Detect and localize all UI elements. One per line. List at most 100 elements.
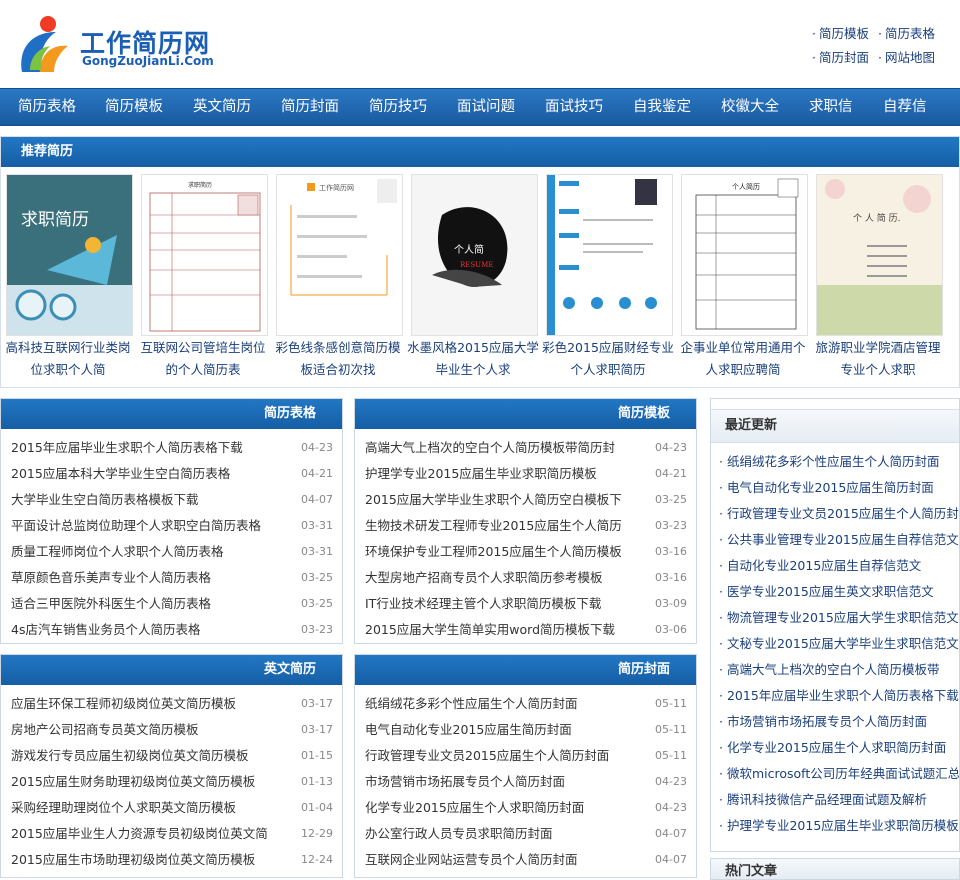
sidebar-item[interactable]: 文秘专业2015应届大学毕业生求职信范文 <box>719 631 959 657</box>
list-item-title[interactable]: 草原颜色音乐美声专业个人简历表格 <box>11 565 211 591</box>
list-item[interactable]: 化学专业2015应届生个人求职简历封面 04-23 <box>365 795 687 821</box>
nav-item-resume-template[interactable]: 简历模板 <box>105 89 163 125</box>
list-item-title[interactable]: 4s店汽车销售业务员个人简历表格 <box>11 617 200 643</box>
list-item[interactable]: 平面设计总监岗位助理个人求职空白简历表格 03-31 <box>11 513 333 539</box>
list-item[interactable]: 应届生环保工程师初级岗位英文简历模板 03-17 <box>11 691 333 717</box>
list-item[interactable]: 2015应届毕业生人力资源专员初级岗位英文简 12-29 <box>11 821 333 847</box>
list-item-title[interactable]: 2015应届大学生简单实用word简历模板下载 <box>365 617 615 643</box>
list-item[interactable]: 2015应届大学毕业生求职个人简历空白模板下 03-25 <box>365 487 687 513</box>
list-item-title[interactable]: IT行业技术经理主管个人求职简历模板下载 <box>365 591 601 617</box>
nav-item-resume-form[interactable]: 简历表格 <box>18 89 76 125</box>
list-item[interactable]: 电气自动化专业2015应届生简历封面 05-11 <box>365 717 687 743</box>
list-item[interactable]: 4s店汽车销售业务员个人简历表格 03-23 <box>11 617 333 643</box>
list-item-title[interactable]: 房地产公司招商专员英文简历模板 <box>11 717 199 743</box>
sidebar-item[interactable]: 化学专业2015应届生个人求职简历封面 <box>719 735 957 761</box>
nav-item-cover-letter[interactable]: 求职信 <box>809 89 853 125</box>
panel-title[interactable]: 简历表格 <box>264 399 316 429</box>
top-link-resume-form[interactable]: 简历表格 <box>878 22 944 46</box>
list-item-title[interactable]: 2015应届生市场助理初级岗位英文简历模板 <box>11 847 255 873</box>
panel-title[interactable]: 简历模板 <box>618 399 670 429</box>
top-link-sitemap[interactable]: 网站地图 <box>878 46 944 70</box>
list-item[interactable]: 行政管理专业文员2015应届生个人简历封面 05-11 <box>365 743 687 769</box>
list-item[interactable]: 房地产公司招商专员英文简历模板 03-17 <box>11 717 333 743</box>
list-item-title[interactable]: 大型房地产招商专员个人求职简历参考模板 <box>365 565 603 591</box>
sidebar-item[interactable]: 自动化专业2015应届生自荐信范文 <box>719 553 957 579</box>
thumb-1[interactable]: 求职简历 <box>6 174 133 336</box>
list-item-title[interactable]: 护理学专业2015应届生毕业求职简历模板 <box>365 461 597 487</box>
recommend-caption-1[interactable]: 高科技互联网行业类岗 位求职个人简 <box>1 337 135 381</box>
thumb-7[interactable]: 个 人 简 历. <box>816 174 943 336</box>
list-item-title[interactable]: 化学专业2015应届生个人求职简历封面 <box>365 795 584 821</box>
list-item[interactable]: 2015应届本科大学毕业生空白简历表格 04-21 <box>11 461 333 487</box>
thumb-2[interactable]: 求职简历 <box>141 174 268 336</box>
list-item[interactable]: 2015应届大学生简单实用word简历模板下载 03-06 <box>365 617 687 643</box>
nav-item-resume-cover[interactable]: 简历封面 <box>281 89 339 125</box>
list-item-title[interactable]: 环境保护专业工程师2015应届生个人简历模板 <box>365 539 622 565</box>
list-item-title[interactable]: 2015应届大学毕业生求职个人简历空白模板下 <box>365 487 622 513</box>
list-item-title[interactable]: 行政管理专业文员2015应届生个人简历封面 <box>365 743 609 769</box>
thumb-5[interactable] <box>546 174 673 336</box>
list-item-title[interactable]: 市场营销市场拓展专员个人简历封面 <box>365 769 565 795</box>
sidebar-item[interactable]: 电气自动化专业2015应届生简历封面 <box>719 475 957 501</box>
list-item-title[interactable]: 2015年应届毕业生求职个人简历表格下载 <box>11 435 243 461</box>
list-item-title[interactable]: 互联网企业网站运营专员个人简历封面 <box>365 847 578 873</box>
sidebar-item[interactable]: 微软microsoft公司历年经典面试试题汇总 <box>719 761 959 787</box>
list-item-title[interactable]: 适合三甲医院外科医生个人简历表格 <box>11 591 211 617</box>
nav-item-resume-tips[interactable]: 简历技巧 <box>369 89 427 125</box>
sidebar-item[interactable]: 医学专业2015应届生英文求职信范文 <box>719 579 957 605</box>
list-item[interactable]: 纸绢绒花多彩个性应届生个人简历封面 05-11 <box>365 691 687 717</box>
list-item-title[interactable]: 质量工程师岗位个人求职个人简历表格 <box>11 539 224 565</box>
list-item[interactable]: 质量工程师岗位个人求职个人简历表格 03-31 <box>11 539 333 565</box>
list-item[interactable]: 游戏发行专员应届生初级岗位英文简历模板 01-15 <box>11 743 333 769</box>
recommend-caption-6[interactable]: 企事业单位常用通用个 人求职应聘简 <box>676 337 810 381</box>
list-item[interactable]: 适合三甲医院外科医生个人简历表格 03-25 <box>11 591 333 617</box>
sidebar-item[interactable]: 2015年应届毕业生求职个人简历表格下载 <box>719 683 959 709</box>
list-item[interactable]: 护理学专业2015应届生毕业求职简历模板 04-21 <box>365 461 687 487</box>
panel-title[interactable]: 简历封面 <box>618 655 670 685</box>
sidebar-item[interactable]: 物流管理专业2015应届大学生求职信范文 <box>719 605 959 631</box>
nav-item-interview-questions[interactable]: 面试问题 <box>457 89 515 125</box>
nav-item-interview-tips[interactable]: 面试技巧 <box>545 89 603 125</box>
list-item-title[interactable]: 办公室行政人员专员求职简历封面 <box>365 821 553 847</box>
thumb-3[interactable]: 工作简历网 <box>276 174 403 336</box>
recommend-caption-2[interactable]: 互联网公司管培生岗位 的个人简历表 <box>136 337 270 381</box>
list-item[interactable]: 2015应届生市场助理初级岗位英文简历模板 12-24 <box>11 847 333 873</box>
list-item[interactable]: 2015应届生财务助理初级岗位英文简历模板 01-13 <box>11 769 333 795</box>
panel-title[interactable]: 英文简历 <box>264 655 316 685</box>
list-item[interactable]: 生物技术研发工程师专业2015应届生个人简历 03-23 <box>365 513 687 539</box>
list-item-title[interactable]: 2015应届毕业生人力资源专员初级岗位英文简 <box>11 821 268 847</box>
sidebar-item[interactable]: 行政管理专业文员2015应届生个人简历封 <box>719 501 959 527</box>
list-item[interactable]: 办公室行政人员专员求职简历封面 04-07 <box>365 821 687 847</box>
top-link-resume-cover[interactable]: 简历封面 <box>812 46 878 70</box>
nav-item-self-evaluation[interactable]: 自我鉴定 <box>633 89 691 125</box>
recommend-caption-5[interactable]: 彩色2015应届财经专业 个人求职简历 <box>541 337 675 381</box>
top-link-resume-template[interactable]: 简历模板 <box>812 22 878 46</box>
list-item-title[interactable]: 游戏发行专员应届生初级岗位英文简历模板 <box>11 743 249 769</box>
thumb-6[interactable]: 个人简历 <box>681 174 808 336</box>
list-item-title[interactable]: 大学毕业生空白简历表格模板下载 <box>11 487 199 513</box>
list-item-title[interactable]: 平面设计总监岗位助理个人求职空白简历表格 <box>11 513 261 539</box>
sidebar-item[interactable]: 纸绢绒花多彩个性应届生个人简历封面 <box>719 449 957 475</box>
recommend-caption-7[interactable]: 旅游职业学院酒店管理 专业个人求职 <box>811 337 945 381</box>
list-item[interactable]: 大型房地产招商专员个人求职简历参考模板 03-16 <box>365 565 687 591</box>
site-logo[interactable]: 工作简历网 GongZuoJianLi.Com <box>16 12 246 76</box>
sidebar-item[interactable]: 公共事业管理专业2015应届生自荐信范文 <box>719 527 959 553</box>
recommend-caption-4[interactable]: 水墨风格2015应届大学 毕业生个人求 <box>406 337 540 381</box>
list-item-title[interactable]: 电气自动化专业2015应届生简历封面 <box>365 717 572 743</box>
list-item-title[interactable]: 纸绢绒花多彩个性应届生个人简历封面 <box>365 691 578 717</box>
sidebar-item[interactable]: 市场营销市场拓展专员个人简历封面 <box>719 709 957 735</box>
list-item-title[interactable]: 生物技术研发工程师专业2015应届生个人简历 <box>365 513 622 539</box>
sidebar-item[interactable]: 护理学专业2015应届生毕业求职简历模板 <box>719 813 959 839</box>
list-item[interactable]: 市场营销市场拓展专员个人简历封面 04-23 <box>365 769 687 795</box>
list-item[interactable]: 环境保护专业工程师2015应届生个人简历模板 03-16 <box>365 539 687 565</box>
list-item[interactable]: 2015年应届毕业生求职个人简历表格下载 04-23 <box>11 435 333 461</box>
list-item-title[interactable]: 高端大气上档次的空白个人简历模板带简历封 <box>365 435 615 461</box>
nav-item-english-resume[interactable]: 英文简历 <box>193 89 251 125</box>
sidebar-item[interactable]: 高端大气上档次的空白个人简历模板带 <box>719 657 957 683</box>
list-item[interactable]: 草原颜色音乐美声专业个人简历表格 03-25 <box>11 565 333 591</box>
list-item-title[interactable]: 2015应届生财务助理初级岗位英文简历模板 <box>11 769 255 795</box>
recommend-caption-3[interactable]: 彩色线条感创意简历模 板适合初次找 <box>271 337 405 381</box>
list-item-title[interactable]: 应届生环保工程师初级岗位英文简历模板 <box>11 691 236 717</box>
nav-item-self-recommendation[interactable]: 自荐信 <box>883 89 927 125</box>
thumb-4[interactable]: 个人简 RESUME <box>411 174 538 336</box>
